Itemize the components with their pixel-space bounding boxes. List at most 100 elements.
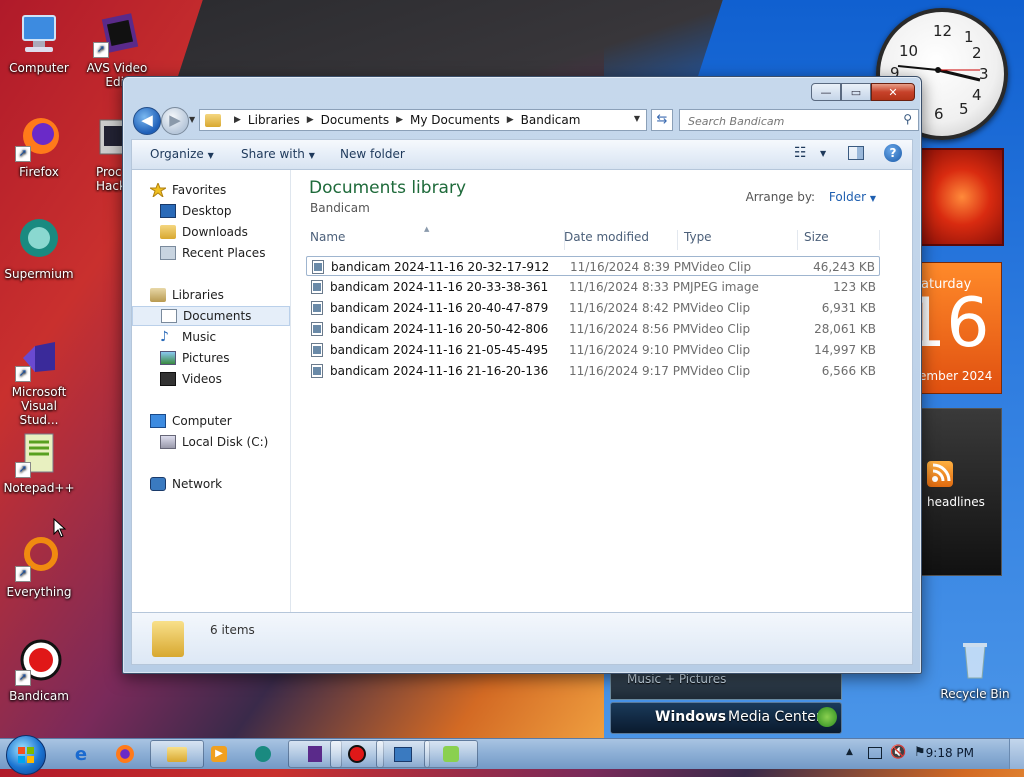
folder-icon: [205, 113, 221, 127]
desktop-icon-notepadpp[interactable]: ➚ Notepad++: [0, 430, 78, 495]
column-type[interactable]: Type: [678, 230, 798, 250]
column-name[interactable]: Name ▲: [304, 225, 565, 250]
show-desktop-button[interactable]: [1009, 739, 1024, 769]
breadcrumb-separator-icon[interactable]: ▶: [396, 115, 403, 125]
new-folder-button[interactable]: New folder: [340, 147, 405, 161]
desktop-icon-visual-studio[interactable]: ➚ Microsoft Visual Stud...: [0, 334, 78, 427]
network-tray-icon[interactable]: [868, 747, 882, 759]
refresh-button[interactable]: ⇆: [651, 109, 673, 131]
feed-headlines-gadget[interactable]: headlines: [920, 408, 1002, 576]
video-file-icon: [312, 260, 324, 274]
breadcrumb-separator-icon[interactable]: ▶: [234, 115, 241, 125]
volume-muted-icon[interactable]: 🔇: [890, 745, 906, 760]
desktop-icon-firefox[interactable]: ➚ Firefox: [0, 114, 78, 179]
nav-videos[interactable]: Videos: [132, 369, 290, 389]
file-name: bandicam 2024-11-16 21-16-20-136: [330, 364, 549, 378]
chevron-down-icon: ▼: [207, 151, 214, 160]
process-hacker-icon: [96, 114, 122, 162]
taskbar-supermium-button[interactable]: [236, 740, 290, 768]
breadcrumb-bandicam[interactable]: Bandicam: [521, 113, 581, 127]
desktop-icon-bandicam[interactable]: ➚ Bandicam: [0, 638, 78, 703]
mouse-cursor-icon: [53, 518, 67, 538]
arrange-by-dropdown[interactable]: Folder ▼: [829, 190, 876, 204]
nav-desktop[interactable]: Desktop: [132, 201, 290, 221]
desktop-icon-supermium[interactable]: Supermium: [0, 216, 78, 281]
nav-recent-places[interactable]: Recent Places: [132, 243, 290, 263]
show-hidden-icons-icon[interactable]: ▲: [846, 747, 853, 757]
search-icon[interactable]: ⚲: [903, 112, 912, 126]
share-with-button[interactable]: Share with ▼: [241, 147, 315, 161]
item-count: 6 items: [210, 623, 255, 637]
nav-computer[interactable]: Computer: [132, 411, 290, 431]
view-options-chevron-icon[interactable]: ▼: [820, 149, 826, 158]
breadcrumb-my-documents[interactable]: My Documents: [410, 113, 500, 127]
file-row[interactable]: bandicam 2024-11-16 20-50-42-806 11/16/2…: [306, 319, 880, 339]
nav-label: Computer: [172, 414, 232, 428]
taskbar: e ▶ ▲ 🔇 ⚑ 9:18 PM: [0, 735, 1024, 775]
nav-music[interactable]: ♪ Music: [132, 327, 290, 347]
organize-button[interactable]: Organize ▼: [150, 147, 214, 161]
help-icon[interactable]: ?: [884, 144, 902, 162]
wmc-music-pictures-button[interactable]: Music + Pictures: [610, 670, 842, 700]
slideshow-gadget[interactable]: [920, 148, 1004, 246]
desktop-icon-label: Bandicam: [9, 689, 69, 703]
breadcrumb-separator-icon[interactable]: ▶: [507, 115, 514, 125]
nav-documents[interactable]: Documents: [132, 306, 290, 326]
everything-icon: ➚: [15, 534, 63, 582]
explorer-window[interactable]: — ▭ ✕ ◀ ▶ ▼ ▶ Libraries ▶ Documents ▶ My…: [122, 76, 922, 674]
minimize-button[interactable]: —: [811, 83, 841, 101]
file-date: 11/16/2024 8:42 PM: [569, 301, 691, 315]
forward-button[interactable]: ▶: [161, 107, 189, 135]
nav-downloads[interactable]: Downloads: [132, 222, 290, 242]
breadcrumb-separator-icon[interactable]: ▶: [307, 115, 314, 125]
recent-pages-chevron-icon[interactable]: ▼: [189, 115, 195, 124]
clock-time[interactable]: 9:18 PM: [926, 746, 974, 760]
back-button[interactable]: ◀: [133, 107, 161, 135]
column-size[interactable]: Size: [798, 230, 880, 250]
column-date-modified[interactable]: Date modified: [558, 230, 678, 250]
preview-pane-icon[interactable]: [848, 146, 864, 160]
address-bar[interactable]: ▶ Libraries ▶ Documents ▶ My Documents ▶…: [199, 109, 647, 131]
nav-network[interactable]: Network: [132, 474, 290, 494]
nav-libraries[interactable]: Libraries: [132, 285, 290, 305]
change-view-icon[interactable]: ☷: [794, 145, 807, 161]
taskbar-firefox-button[interactable]: [98, 740, 152, 768]
file-row[interactable]: bandicam 2024-11-16 20-33-38-361 11/16/2…: [306, 277, 880, 297]
image-file-icon: [311, 280, 323, 294]
maximize-button[interactable]: ▭: [841, 83, 871, 101]
file-date: 11/16/2024 9:17 PM: [569, 364, 691, 378]
search-box[interactable]: ⚲: [679, 109, 919, 131]
command-bar: Organize ▼ Share with ▼ New folder ☷ ▼ ?: [131, 139, 913, 169]
arrange-by-value: Folder: [828, 190, 867, 204]
file-name: bandicam 2024-11-16 20-50-42-806: [330, 322, 549, 336]
file-row[interactable]: bandicam 2024-11-16 21-16-20-136 11/16/2…: [306, 361, 880, 381]
action-center-flag-icon[interactable]: ⚑: [914, 745, 926, 760]
desktop-icon-process-hacker[interactable]: Proc Hack: [78, 114, 122, 193]
desktop-icon-computer[interactable]: Computer: [0, 10, 78, 75]
file-row[interactable]: bandicam 2024-11-16 20-32-17-912 11/16/2…: [306, 256, 880, 276]
taskbar-remote-desktop-button[interactable]: [376, 740, 430, 768]
nav-local-disk[interactable]: Local Disk (C:): [132, 432, 290, 452]
file-row[interactable]: bandicam 2024-11-16 20-40-47-879 11/16/2…: [306, 298, 880, 318]
breadcrumb-libraries[interactable]: Libraries: [248, 113, 300, 127]
nav-label: Downloads: [182, 225, 248, 239]
nav-favorites[interactable]: Favorites: [132, 180, 290, 200]
windows-media-center-button[interactable]: Windows Media Center: [610, 702, 842, 734]
file-size: 46,243 KB: [813, 260, 875, 274]
close-button[interactable]: ✕: [871, 83, 915, 101]
nav-pictures[interactable]: Pictures: [132, 348, 290, 368]
video-file-icon: [311, 301, 323, 315]
calendar-gadget[interactable]: aturday 16 ember 2024: [920, 262, 1002, 394]
file-type: Video Clip: [690, 364, 751, 378]
nav-label: Documents: [183, 309, 252, 323]
file-row[interactable]: bandicam 2024-11-16 21-05-45-495 11/16/2…: [306, 340, 880, 360]
address-dropdown-chevron-icon[interactable]: ▼: [634, 114, 640, 123]
bandicam-icon: ➚: [15, 638, 63, 686]
column-headers: Name ▲ Date modified Type Size: [304, 225, 886, 250]
start-button[interactable]: [6, 735, 46, 775]
search-input[interactable]: [686, 111, 890, 131]
breadcrumb-documents[interactable]: Documents: [321, 113, 389, 127]
taskbar-notepadpp-button[interactable]: [424, 740, 478, 768]
desktop-icon-recycle-bin[interactable]: Recycle Bin: [936, 636, 1014, 701]
desktop-icon-everything[interactable]: ➚ Everything: [0, 534, 78, 599]
